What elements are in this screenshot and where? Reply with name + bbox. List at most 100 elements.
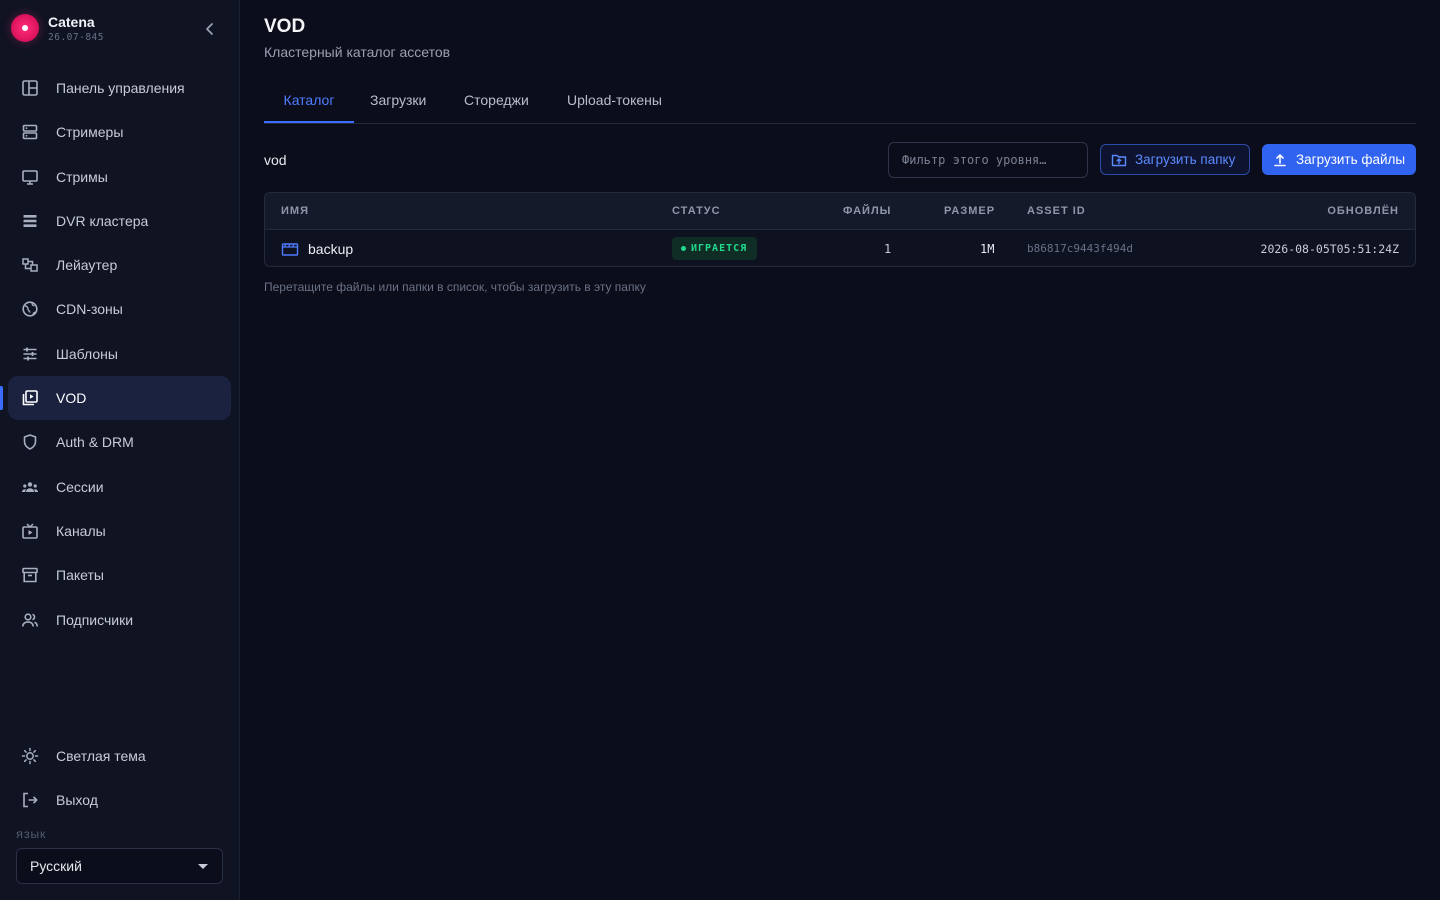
breadcrumb[interactable]: vod [264,152,287,168]
language-value: Русский [30,858,82,874]
globe-icon [20,299,40,319]
page-subtitle: Кластерный каталог ассетов [264,44,451,60]
stack-icon [20,211,40,231]
tv-icon [20,521,40,541]
upload-folder-label: Загрузить папку [1135,152,1236,167]
tab-label: Upload-токены [567,91,662,108]
sidebar-nav: Панель управления Стримеры Стримы DVR кл… [0,66,231,642]
column-header-files[interactable]: ФАЙЛЫ [843,205,891,217]
cell-updated: 2026-08-05T05:51:24Z [1260,241,1399,256]
brand-name: Catena [48,14,95,30]
upload-files-button[interactable]: Загрузить файлы [1262,144,1416,175]
theme-toggle-label: Светлая тема [56,748,146,764]
tab-label: Загрузки [370,91,427,108]
sidebar-item-dashboard[interactable]: Панель управления [8,66,231,110]
main-content: VOD Кластерный каталог ассетов Каталог З… [240,0,1440,900]
sidebar-item-layouter[interactable]: Лейаутер [8,243,231,287]
tab-label: Каталог [283,91,335,108]
sun-icon [20,746,40,766]
sidebar-item-streams[interactable]: Стримы [8,155,231,199]
sidebar-item-streamers[interactable]: Стримеры [8,110,231,154]
logout-icon [20,790,40,810]
logout-label: Выход [56,792,98,809]
upload-icon [1272,152,1288,168]
sidebar-item-sessions[interactable]: Сессии [8,465,231,509]
tab-storages[interactable]: Стореджи [464,76,529,123]
brand-logo [11,14,39,42]
sidebar-item-label: Панель управления [56,80,185,96]
cell-asset-id: b86817c9443f494d [1027,242,1133,255]
sidebar-item-label: VOD [56,390,87,407]
sidebar-item-label: Auth & DRM [56,434,134,451]
layout-icon [20,255,40,275]
column-header-updated[interactable]: ОБНОВЛЁН [1327,205,1399,217]
cell-files: 1 [884,241,892,256]
caret-down-icon [198,864,208,869]
tab-bar: Каталог Загрузки Стореджи Upload-токены [264,76,1416,124]
dashboard-icon [20,78,40,98]
video-library-icon [20,388,40,408]
cell-name: backup [281,230,354,266]
column-header-asset-id[interactable]: ASSET ID [1027,205,1086,217]
sidebar-item-channels[interactable]: Каналы [8,509,231,553]
cell-status: ИГРАЕТСЯ [672,230,758,266]
language-label: ЯЗЫК [16,830,47,841]
sidebar-item-label: CDN-зоны [56,301,123,318]
sidebar-item-label: Подписчики [56,611,134,628]
brand: Catena 26.07-845 [10,12,230,46]
sidebar-item-packages[interactable]: Пакеты [8,553,231,597]
sidebar: Catena 26.07-845 Панель управления Стрим… [0,0,240,900]
server-icon [20,122,40,142]
assets-table: ИМЯ СТАТУС ФАЙЛЫ РАЗМЕР ASSET ID ОБНОВЛЁ… [264,192,1416,267]
clapperboard-folder-icon [281,241,299,257]
tab-catalog[interactable]: Каталог [264,76,354,123]
collapse-sidebar-button[interactable] [198,17,222,41]
tab-upload-tokens[interactable]: Upload-токены [567,76,662,123]
sidebar-item-label: Шаблоны [56,345,118,362]
status-dot [681,246,686,251]
sidebar-item-auth-drm[interactable]: Auth & DRM [8,420,231,464]
users-group-icon [20,477,40,497]
sliders-icon [20,344,40,364]
active-indicator [0,386,3,411]
sidebar-item-label: Сессии [56,478,104,495]
folder-upload-icon [1111,152,1127,168]
monitor-icon [20,167,40,187]
status-badge: ИГРАЕТСЯ [672,237,758,260]
sidebar-item-label: Пакеты [56,567,104,584]
tab-uploads[interactable]: Загрузки [370,76,426,123]
shield-icon [20,432,40,452]
chevron-left-icon [206,23,213,35]
sidebar-item-label: Каналы [56,522,106,539]
subscribers-icon [20,610,40,630]
tab-label: Стореджи [464,91,529,108]
filter-input[interactable] [888,142,1088,178]
sidebar-bottom: Светлая тема Выход [8,734,231,823]
cell-size: 1M [980,241,995,256]
upload-folder-button[interactable]: Загрузить папку [1100,144,1250,175]
column-header-size[interactable]: РАЗМЕР [944,205,995,217]
drop-hint: Перетащите файлы или папки в список, что… [264,280,646,294]
archive-icon [20,565,40,585]
logout-button[interactable]: Выход [8,778,231,822]
column-header-name[interactable]: ИМЯ [281,205,309,217]
brand-version: 26.07-845 [48,32,104,43]
page-title: VOD [264,16,306,37]
sidebar-item-vod[interactable]: VOD [0,376,231,421]
theme-toggle-button[interactable]: Светлая тема [8,734,231,778]
sidebar-item-label: DVR кластера [56,212,149,229]
active-tab-indicator [264,121,354,123]
status-text: ИГРАЕТСЯ [691,243,748,254]
sidebar-item-cdn[interactable]: CDN-зоны [8,287,231,331]
sidebar-item-templates[interactable]: Шаблоны [8,332,231,376]
sidebar-item-label: Стримеры [56,124,124,141]
asset-name: backup [308,240,354,257]
column-header-status[interactable]: СТАТУС [672,205,721,217]
upload-files-label: Загрузить файлы [1296,152,1406,167]
sidebar-item-subscribers[interactable]: Подписчики [8,598,231,642]
table-row[interactable]: backup ИГРАЕТСЯ 1 1M b86817c9443f494d 20… [265,230,1415,266]
sidebar-item-dvr[interactable]: DVR кластера [8,199,231,243]
sidebar-item-label: Лейаутер [56,257,118,274]
language-select[interactable]: Русский [16,848,223,884]
sidebar-item-label: Стримы [56,168,108,185]
